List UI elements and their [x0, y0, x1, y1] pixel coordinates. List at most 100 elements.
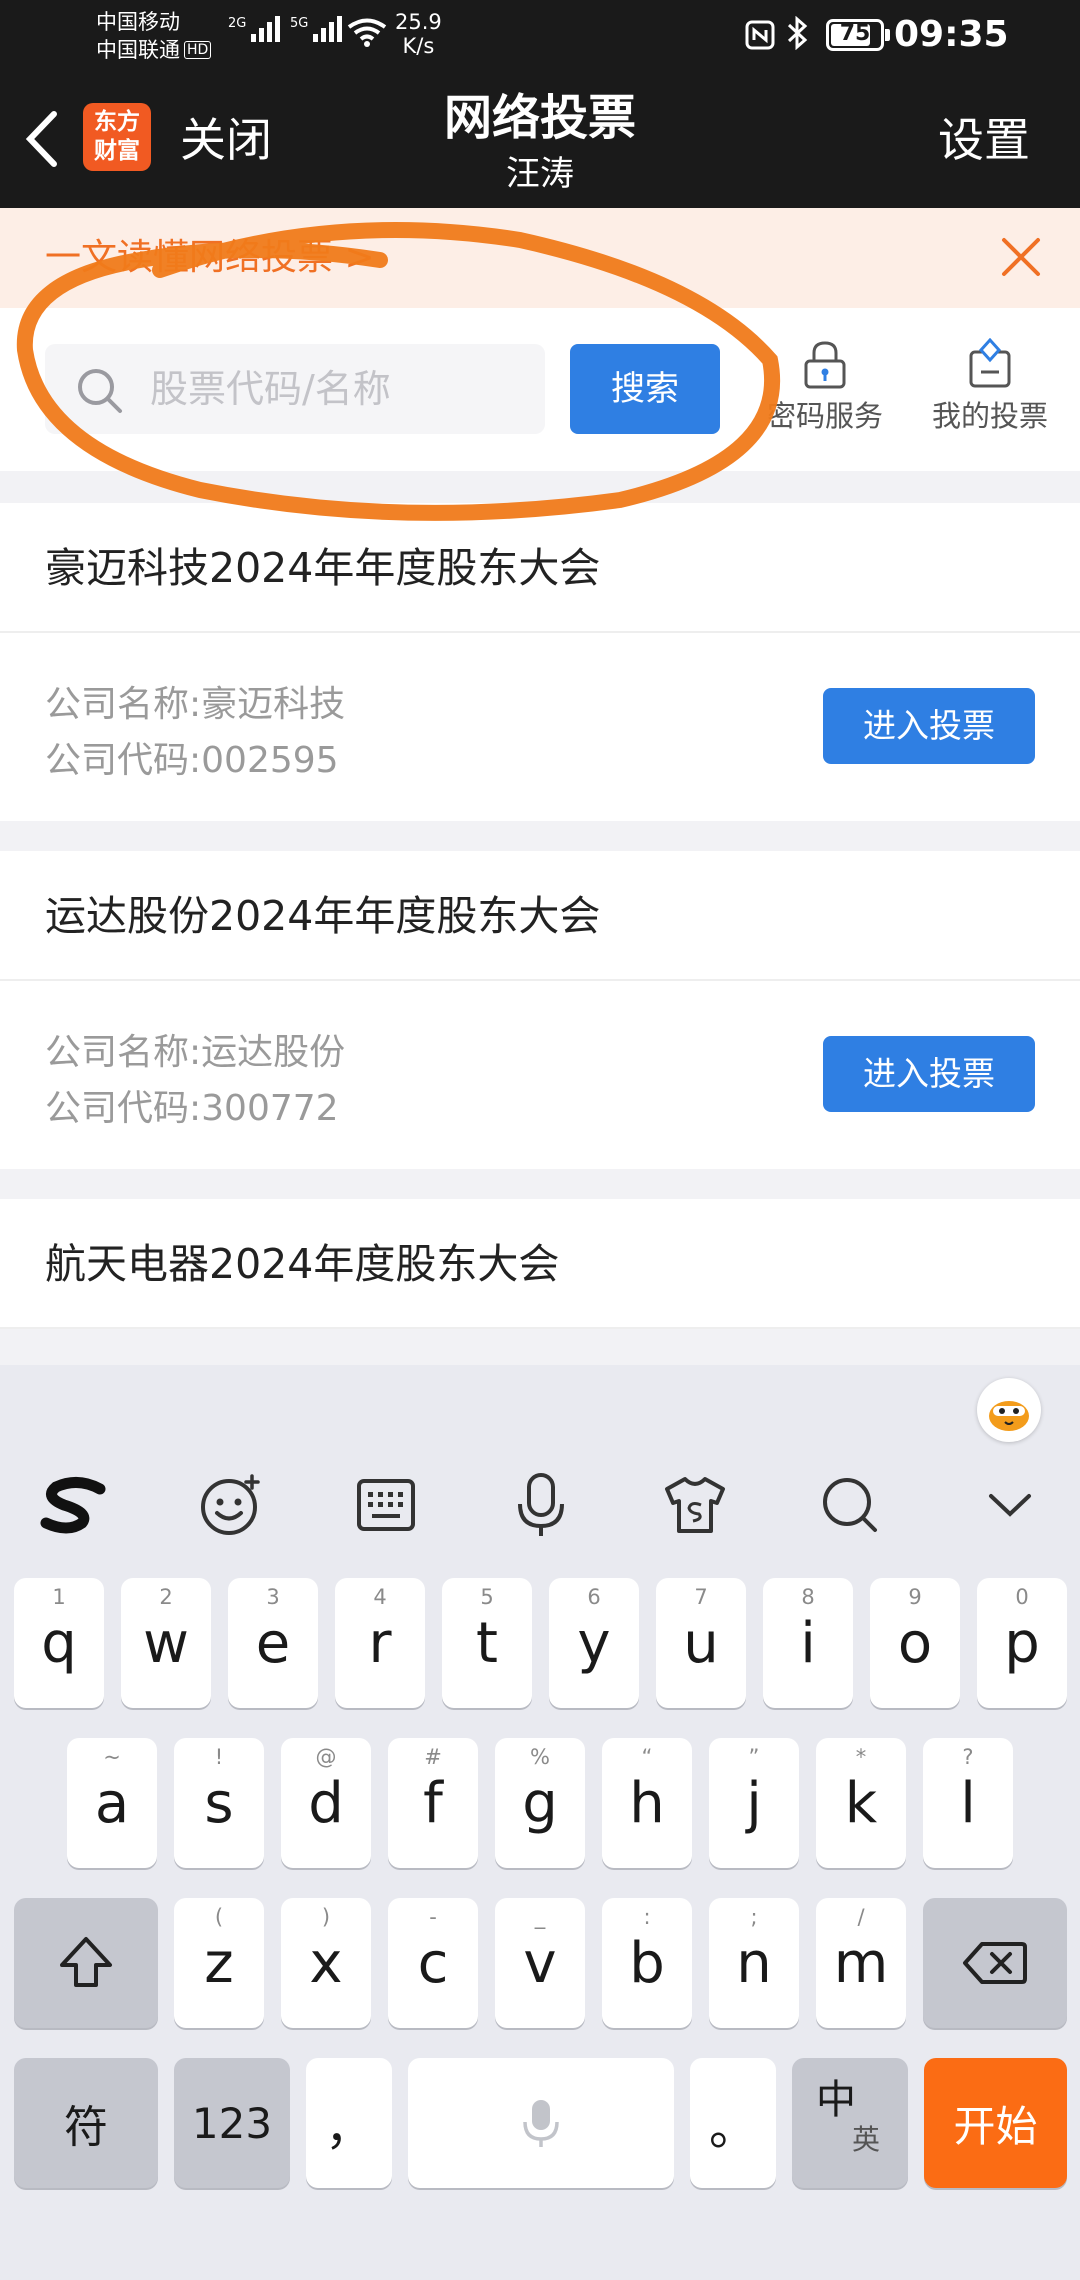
key-char: y — [577, 1611, 611, 1676]
key-l[interactable]: ? l — [923, 1738, 1013, 1868]
language-switch-key[interactable]: 中 英 — [792, 2058, 908, 2188]
key-w[interactable]: 2w — [121, 1578, 211, 1708]
symbol-key-label: 符 — [64, 2102, 108, 2153]
key-q[interactable]: 1q — [14, 1578, 104, 1708]
key-char: a — [94, 1771, 130, 1836]
enter-key[interactable]: 开始 — [924, 2058, 1067, 2188]
key-k[interactable]: * k — [816, 1738, 906, 1868]
vote-card: 运达股份2024年年度股东大会 公司名称:运达股份 公司代码:300772 进入… — [0, 851, 1080, 1169]
period-key[interactable]: 。 — [690, 2058, 776, 2188]
key-char: u — [683, 1611, 719, 1676]
close-button[interactable]: 关闭 — [180, 110, 272, 170]
chevron-left-icon[interactable] — [20, 106, 68, 172]
key-char: k — [844, 1771, 878, 1836]
signal-5g-label: 5G — [290, 16, 309, 31]
hd-badge: HD — [184, 41, 212, 59]
key-hint: * — [855, 1745, 867, 1769]
sogou-logo-icon[interactable] — [36, 1460, 116, 1550]
key-h[interactable]: “h — [602, 1738, 692, 1868]
vote-card: 航天电器2024年度股东大会 — [0, 1199, 1080, 1329]
shift-icon — [60, 1937, 112, 1987]
key-t[interactable]: 5t — [442, 1578, 532, 1708]
key-i[interactable]: 8i — [763, 1578, 853, 1708]
key-f[interactable]: # f — [388, 1738, 478, 1868]
keyboard-toolbar — [0, 1460, 1080, 1550]
key-hint: % — [530, 1745, 550, 1769]
company-name: 公司名称:运达股份 — [45, 1032, 346, 1073]
backspace-key[interactable] — [923, 1898, 1067, 2028]
key-char: c — [417, 1931, 449, 1996]
key-z[interactable]: (z — [174, 1898, 264, 2028]
key-v[interactable]: _ v — [495, 1898, 585, 2028]
key-m[interactable]: / m — [816, 1898, 906, 2028]
key-b[interactable]: :b — [602, 1898, 692, 2028]
key-char: m — [833, 1931, 889, 1996]
key-char: h — [629, 1771, 665, 1836]
my-votes-button[interactable]: 我的投票 — [915, 332, 1065, 436]
key-n[interactable]: ; n — [709, 1898, 799, 2028]
search-icon[interactable] — [810, 1460, 890, 1550]
microphone-icon[interactable] — [501, 1460, 581, 1550]
key-u[interactable]: 7u — [656, 1578, 746, 1708]
vote-body: 公司名称:运达股份 公司代码:300772 进入投票 — [0, 981, 1080, 1169]
key-e[interactable]: 3e — [228, 1578, 318, 1708]
key-y[interactable]: 6y — [549, 1578, 639, 1708]
vote-title[interactable]: 运达股份2024年年度股东大会 — [0, 851, 1080, 981]
key-g[interactable]: % g — [495, 1738, 585, 1868]
key-x[interactable]: ) x — [281, 1898, 371, 2028]
backspace-icon — [963, 1942, 1027, 1984]
vote-title[interactable]: 航天电器2024年度股东大会 — [0, 1199, 1080, 1329]
comma-key-label: ， — [324, 2100, 373, 2156]
key-char: i — [800, 1611, 816, 1676]
net-speed-value: 25.9 — [395, 10, 442, 34]
carrier-info: 中国移动 中国联通 HD — [96, 8, 212, 64]
company-code: 公司代码:002595 — [45, 740, 339, 781]
vote-list: 豪迈科技2024年年度股东大会 公司名称:豪迈科技 公司代码:002595 进入… — [0, 503, 1080, 1359]
battery-level: 75 — [839, 21, 871, 46]
number-key-label: 123 — [191, 2098, 273, 2148]
enter-vote-button[interactable]: 进入投票 — [823, 688, 1035, 764]
banner-close-icon[interactable] — [996, 232, 1046, 282]
key-char: p — [1004, 1611, 1040, 1676]
signal-2g-label: 2G — [228, 16, 247, 31]
key-hint: 9 — [908, 1585, 922, 1609]
vote-card: 豪迈科技2024年年度股东大会 公司名称:豪迈科技 公司代码:002595 进入… — [0, 503, 1080, 821]
app-logo: 东方 财富 — [83, 103, 151, 171]
comma-key[interactable]: ， — [306, 2058, 392, 2188]
key-d[interactable]: @ d — [281, 1738, 371, 1868]
key-char: r — [368, 1611, 392, 1676]
emoji-icon[interactable] — [191, 1460, 271, 1550]
collapse-icon[interactable] — [970, 1460, 1050, 1550]
number-key[interactable]: 123 — [174, 2058, 290, 2188]
key-char: t — [476, 1611, 498, 1676]
key-o[interactable]: 9o — [870, 1578, 960, 1708]
key-c[interactable]: -c — [388, 1898, 478, 2028]
key-p[interactable]: 0p — [977, 1578, 1067, 1708]
title-bar: 东方 财富 关闭 网络投票 汪涛 设置 — [0, 70, 1080, 208]
settings-button[interactable]: 设置 — [938, 110, 1030, 170]
key-s[interactable]: ! s — [174, 1738, 264, 1868]
keyboard-icon[interactable] — [346, 1460, 426, 1550]
key-j[interactable]: ” j — [709, 1738, 799, 1868]
key-a[interactable]: ~ a — [67, 1738, 157, 1868]
symbol-key[interactable]: 符 — [14, 2058, 158, 2188]
company-name: 公司名称:豪迈科技 — [45, 684, 346, 725]
shift-key[interactable] — [14, 1898, 158, 2028]
my-votes-label: 我的投票 — [931, 399, 1048, 433]
skin-icon[interactable] — [655, 1460, 735, 1550]
key-char: x — [309, 1931, 343, 1996]
app-logo-line1: 东方 — [94, 109, 140, 135]
key-hint: 4 — [373, 1585, 387, 1609]
carrier-1: 中国移动 — [96, 10, 180, 34]
battery-icon: 75 — [826, 19, 890, 51]
key-hint: ) — [321, 1905, 331, 1929]
enter-vote-button[interactable]: 进入投票 — [823, 1036, 1035, 1112]
space-key[interactable] — [408, 2058, 674, 2188]
key-hint: : — [643, 1905, 651, 1929]
keyboard-mascot-icon[interactable] — [977, 1378, 1041, 1442]
key-hint: ~ — [103, 1745, 121, 1769]
nfc-icon — [745, 20, 775, 50]
key-hint: _ — [534, 1905, 546, 1929]
key-hint: / — [857, 1905, 865, 1929]
key-r[interactable]: 4r — [335, 1578, 425, 1708]
